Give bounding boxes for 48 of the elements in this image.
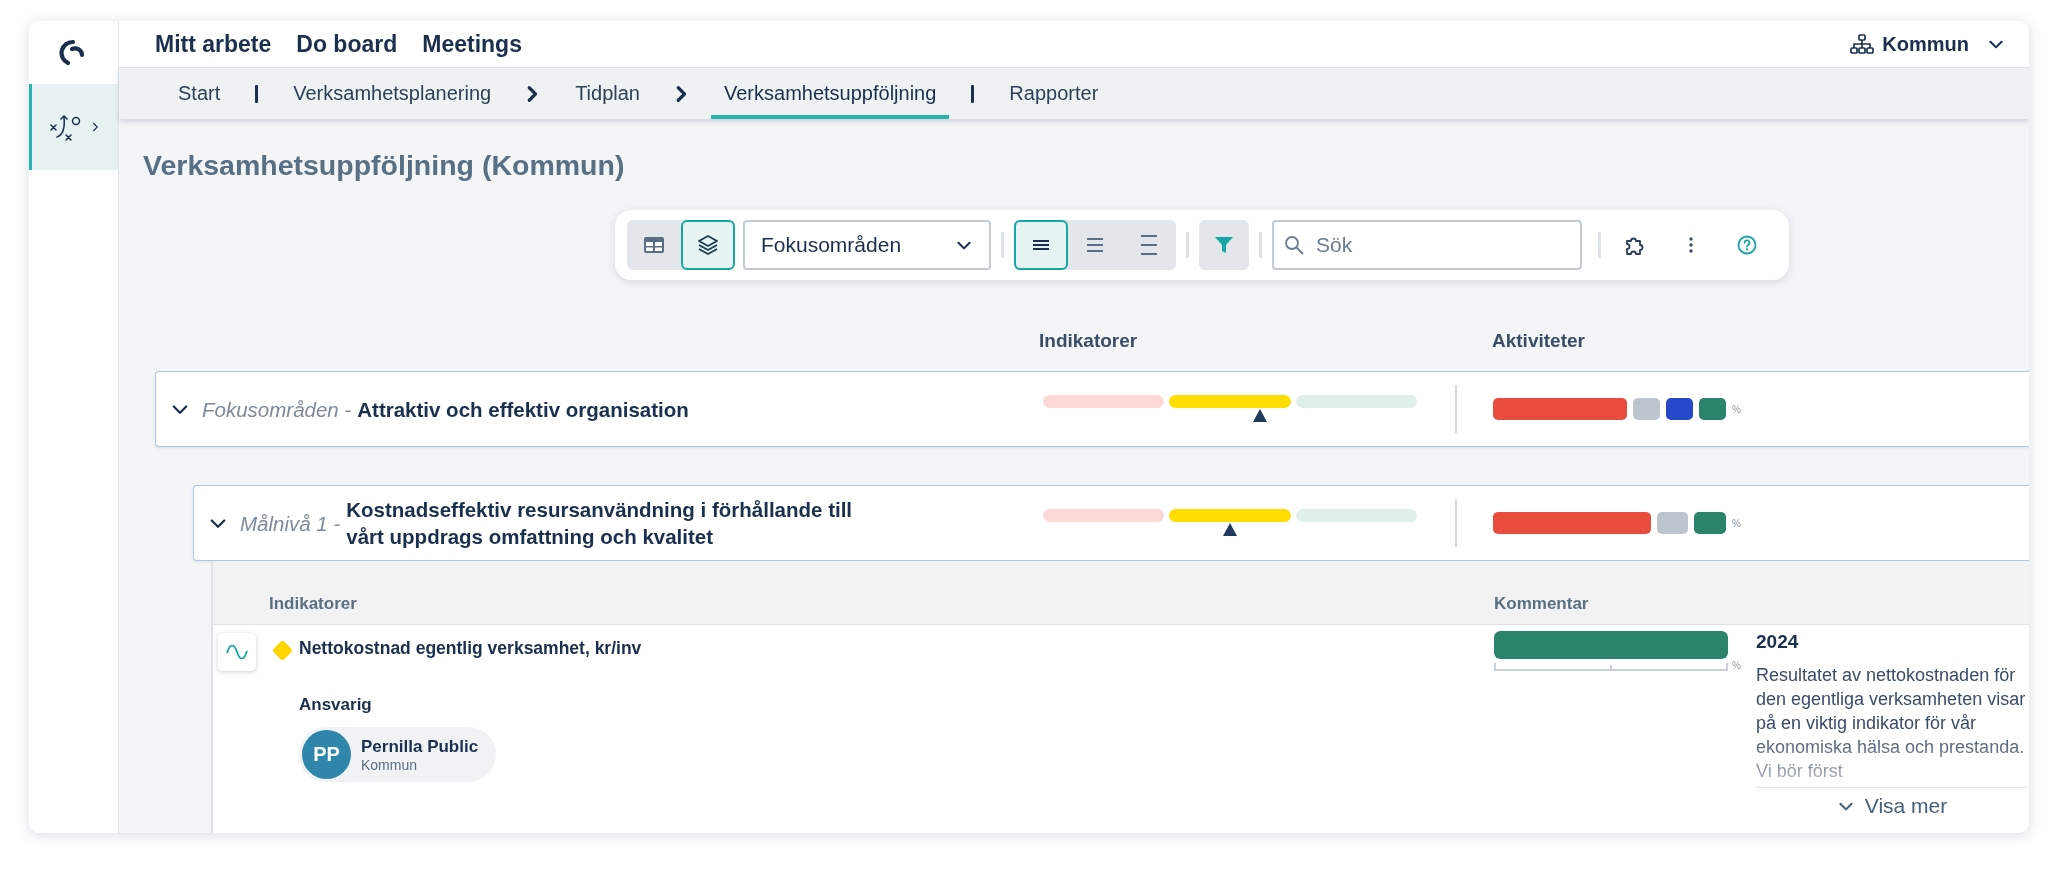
strategy-icon — [49, 113, 83, 141]
person-unit: Kommun — [361, 756, 419, 773]
separator-bar — [255, 84, 259, 103]
more-icon — [1689, 237, 1693, 254]
avatar: PP — [302, 730, 351, 779]
column-header: Kommentar — [1494, 594, 1589, 614]
breadcrumb-tab[interactable]: Start — [165, 68, 234, 119]
breadcrumb-tab[interactable]: Tidplan — [562, 68, 653, 119]
help-icon — [1737, 235, 1757, 256]
layers-icon — [697, 234, 719, 257]
trend-icon[interactable] — [218, 633, 256, 671]
hierarchy-icon — [1850, 34, 1875, 54]
table-icon — [644, 237, 664, 254]
separator-bar — [971, 84, 975, 103]
unit-label: % — [1732, 517, 1741, 529]
nav-link[interactable]: Mitt arbete — [155, 30, 272, 58]
search-icon — [1284, 235, 1304, 256]
column-header: Indikatorer — [1039, 330, 1139, 354]
view-toggle[interactable] — [681, 220, 735, 271]
density-toggle[interactable] — [1014, 220, 1068, 271]
person-name: Pernilla Public — [361, 736, 479, 757]
sidebar-item[interactable] — [29, 84, 118, 170]
section-label: Ansvarig — [299, 695, 373, 715]
menu-icon — [1140, 235, 1158, 256]
breadcrumb-tab[interactable]: Verksamhetsplanering — [280, 68, 505, 119]
row-title: Fokusområden - Attraktiv och effektiv organisation — [202, 396, 689, 423]
chevron-right-icon — [675, 83, 689, 104]
unit-label: % — [1732, 403, 1741, 415]
filter-icon — [1214, 235, 1234, 256]
person-chip[interactable]: PP Pernilla Public Kommun — [299, 727, 497, 782]
grouping-dropdown[interactable]: Fokusområden — [743, 220, 991, 271]
comment-year: 2024 — [1756, 631, 1800, 653]
search-field[interactable]: Sök — [1272, 220, 1582, 271]
nav-link[interactable]: Do board — [296, 30, 398, 58]
column-header: Aktiviteter — [1492, 330, 1585, 354]
column-header: Indikatorer — [269, 594, 358, 614]
indicator-name: Nettokostnad egentlig verksamhet, kr/inv — [299, 638, 642, 659]
menu-icon — [1086, 237, 1104, 254]
breadcrumb-tab[interactable]: Rapporter — [996, 68, 1112, 119]
page-title: Verksamhetsuppföljning (Kommun) — [143, 149, 626, 182]
row-title: Målnivå 1 - Kostnadseffektiv resursanvändning i förhållande till vårt uppdrags omfattning och kvalitet — [240, 497, 854, 550]
organization-switcher[interactable]: Kommun — [1850, 32, 2005, 56]
filter-button[interactable] — [1199, 220, 1249, 271]
nav-link[interactable]: Meetings — [422, 30, 522, 58]
comment-text: Resultatet av nettokostnaden för den egentliga verksamheten visar på en viktig indikator för vår ekonomiska hälsa och prestanda. Vi bör först — [1756, 664, 2027, 783]
menu-icon — [1032, 238, 1050, 253]
unit-label: % — [1732, 660, 1741, 671]
show-more-button[interactable]: Visa mer — [1756, 787, 2028, 823]
